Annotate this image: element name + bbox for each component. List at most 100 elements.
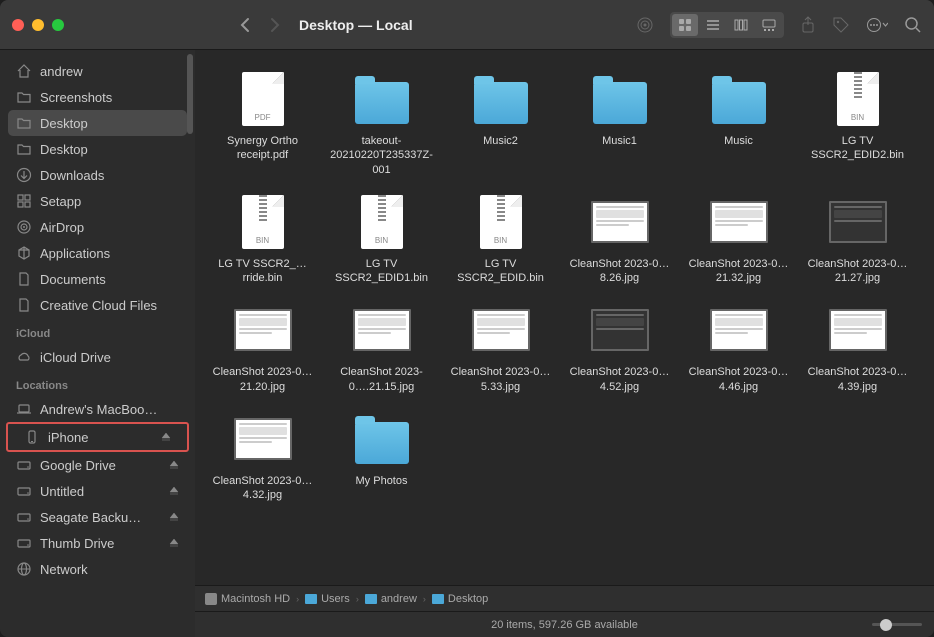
sidebar-item-seagate-backu-[interactable]: Seagate Backu… <box>0 504 195 530</box>
file-item[interactable]: CleanShot 2023-0…4.39.jpg <box>798 301 917 394</box>
statusbar: 20 items, 597.26 GB available <box>195 611 934 637</box>
file-icon: BIN <box>472 193 530 251</box>
sidebar-item-label: Google Drive <box>40 458 116 473</box>
sidebar-item-label: Desktop <box>40 142 88 157</box>
file-icon <box>472 301 530 359</box>
view-mode-group <box>670 12 784 38</box>
file-icon <box>353 70 411 128</box>
sidebar-item-documents[interactable]: Documents <box>0 266 195 292</box>
file-item[interactable]: BIN LG TV SSCR2_EDID.bin <box>441 193 560 286</box>
file-item[interactable]: takeout-20210220T235337Z-001 <box>322 70 441 177</box>
file-icon: BIN <box>829 70 887 128</box>
action-menu-button[interactable] <box>866 17 888 33</box>
sidebar-item-andrew[interactable]: andrew <box>0 58 195 84</box>
path-segment[interactable]: Desktop <box>432 593 488 605</box>
forward-button[interactable] <box>269 17 281 33</box>
sidebar-item-label: Documents <box>40 272 106 287</box>
sidebar-item-label: Andrew's MacBoo… <box>40 402 157 417</box>
sidebar-item-icloud-drive[interactable]: iCloud Drive <box>0 344 195 370</box>
tag-icon[interactable] <box>832 16 850 34</box>
grid-icon <box>16 193 32 209</box>
apps-icon <box>16 245 32 261</box>
pathbar: Macintosh HD›Users›andrew›Desktop <box>195 585 934 611</box>
eject-icon[interactable] <box>161 432 171 442</box>
back-button[interactable] <box>239 17 251 33</box>
file-item[interactable]: BINLG TV SSCR2_EDID2.bin <box>798 70 917 177</box>
file-item[interactable]: Music2 <box>441 70 560 177</box>
sidebar-item-iphone[interactable]: iPhone <box>8 424 187 450</box>
icloud-header: iCloud <box>0 318 195 344</box>
file-label: My Photos <box>356 474 408 488</box>
sidebar-item-label: Desktop <box>40 116 88 131</box>
file-item[interactable]: CleanShot 2023-0…21.27.jpg <box>798 193 917 286</box>
file-item[interactable]: My Photos <box>322 410 441 503</box>
sidebar-item-label: andrew <box>40 64 83 79</box>
gallery-view-button[interactable] <box>756 14 782 36</box>
path-segment[interactable]: Macintosh HD <box>205 593 290 605</box>
sidebar-item-airdrop[interactable]: AirDrop <box>0 214 195 240</box>
sidebar-highlight: iPhone <box>6 422 189 452</box>
sidebar-item-screenshots[interactable]: Screenshots <box>0 84 195 110</box>
path-separator: › <box>356 594 359 604</box>
eject-icon[interactable] <box>169 538 179 548</box>
column-view-button[interactable] <box>728 14 754 36</box>
file-item[interactable]: Music <box>679 70 798 177</box>
sidebar-item-andrew-s-macboo-[interactable]: Andrew's MacBoo… <box>0 396 195 422</box>
folder-icon <box>365 594 377 604</box>
file-item[interactable]: Music1 <box>560 70 679 177</box>
list-view-button[interactable] <box>700 14 726 36</box>
file-label: CleanShot 2023-0…21.32.jpg <box>685 257 793 286</box>
file-label: LG TV SSCR2_EDID.bin <box>447 257 555 286</box>
eject-icon[interactable] <box>169 512 179 522</box>
icon-view-button[interactable] <box>672 14 698 36</box>
close-button[interactable] <box>12 19 24 31</box>
file-item[interactable]: CleanShot 2023-0…8.26.jpg <box>560 193 679 286</box>
minimize-button[interactable] <box>32 19 44 31</box>
zoom-button[interactable] <box>52 19 64 31</box>
file-item[interactable]: BINLG TV SSCR2_EDID1.bin <box>322 193 441 286</box>
file-item[interactable]: CleanShot 2023-0…4.32.jpg <box>203 410 322 503</box>
file-label: CleanShot 2023-0…4.46.jpg <box>685 365 793 394</box>
eject-icon[interactable] <box>169 486 179 496</box>
file-icon: PDF <box>234 70 292 128</box>
file-item[interactable]: PDFSynergy Ortho receipt.pdf <box>203 70 322 177</box>
sidebar-item-desktop[interactable]: Desktop <box>0 136 195 162</box>
traffic-lights <box>12 19 64 31</box>
file-item[interactable]: CleanShot 2023-0…21.32.jpg <box>679 193 798 286</box>
sidebar-item-google-drive[interactable]: Google Drive <box>0 452 195 478</box>
file-item[interactable]: CleanShot 2023-0…21.20.jpg <box>203 301 322 394</box>
sidebar-item-label: Creative Cloud Files <box>40 298 157 313</box>
sidebar-item-downloads[interactable]: Downloads <box>0 162 195 188</box>
sidebar-item-thumb-drive[interactable]: Thumb Drive <box>0 530 195 556</box>
sidebar-item-setapp[interactable]: Setapp <box>0 188 195 214</box>
file-item[interactable]: CleanShot 2023-0….21.15.jpg <box>322 301 441 394</box>
search-icon[interactable] <box>904 16 922 34</box>
share-icon[interactable] <box>800 16 816 34</box>
path-label: Users <box>321 593 350 605</box>
file-grid[interactable]: PDFSynergy Ortho receipt.pdftakeout-2021… <box>195 50 934 585</box>
eject-icon[interactable] <box>169 460 179 470</box>
sidebar-item-label: Screenshots <box>40 90 112 105</box>
doc-icon <box>16 271 32 287</box>
sidebar-item-label: Thumb Drive <box>40 536 114 551</box>
file-item[interactable]: CleanShot 2023-0…5.33.jpg <box>441 301 560 394</box>
sidebar-item-applications[interactable]: Applications <box>0 240 195 266</box>
file-icon <box>710 193 768 251</box>
path-segment[interactable]: andrew <box>365 593 417 605</box>
zoom-slider[interactable] <box>872 623 922 626</box>
main-content: PDFSynergy Ortho receipt.pdftakeout-2021… <box>195 50 934 637</box>
file-icon <box>353 410 411 468</box>
file-item[interactable]: CleanShot 2023-0…4.46.jpg <box>679 301 798 394</box>
toolbar <box>636 12 922 38</box>
file-item[interactable]: CleanShot 2023-0…4.52.jpg <box>560 301 679 394</box>
sidebar-item-creative-cloud-files[interactable]: Creative Cloud Files <box>0 292 195 318</box>
file-item[interactable]: BINLG TV SSCR2_…rride.bin <box>203 193 322 286</box>
download-icon <box>16 167 32 183</box>
sidebar-item-network[interactable]: Network <box>0 556 195 582</box>
path-segment[interactable]: Users <box>305 593 350 605</box>
sidebar-item-desktop[interactable]: Desktop <box>8 110 187 136</box>
file-icon <box>591 301 649 359</box>
airplay-icon[interactable] <box>636 16 654 34</box>
sidebar-item-untitled[interactable]: Untitled <box>0 478 195 504</box>
disk-icon <box>205 593 217 605</box>
